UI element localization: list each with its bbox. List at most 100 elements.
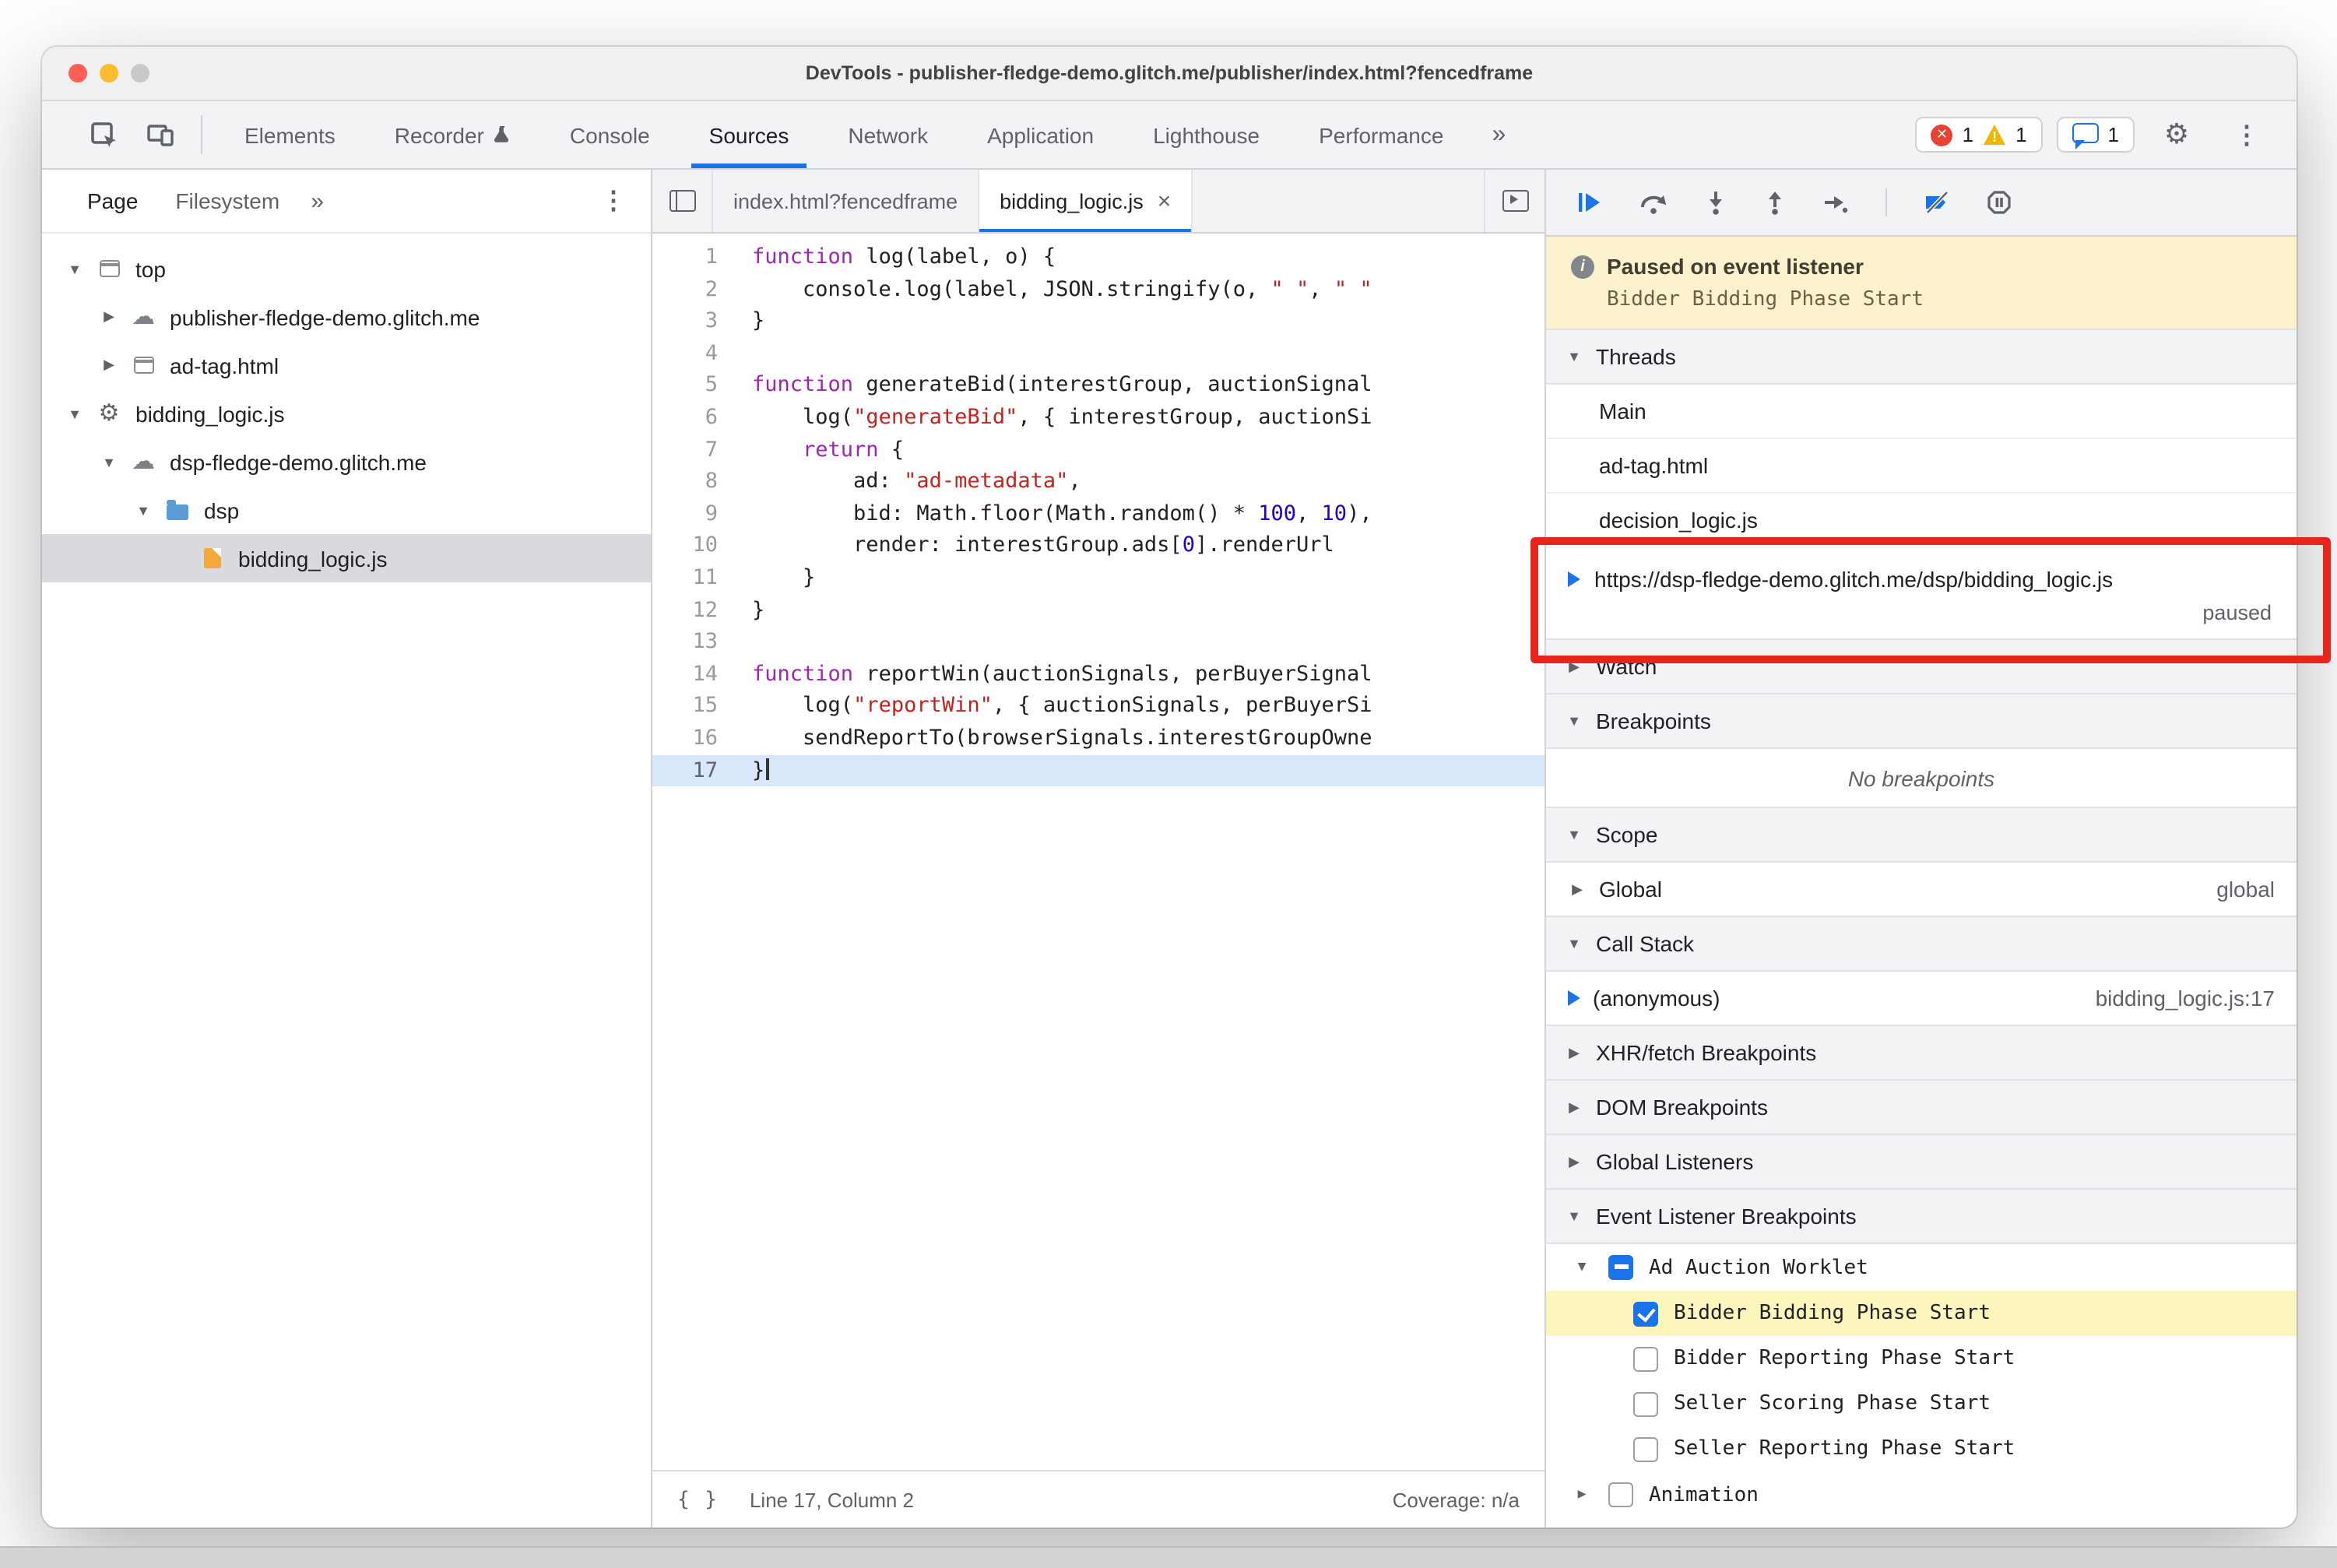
- line-number[interactable]: 17: [652, 754, 740, 786]
- thread-item-main[interactable]: Main: [1546, 385, 2297, 439]
- triangle-open-icon[interactable]: ▼: [129, 502, 157, 518]
- line-number[interactable]: 10: [652, 530, 740, 562]
- thread-item-ad-tag-html[interactable]: ad-tag.html: [1546, 439, 2297, 494]
- line-content[interactable]: function reportWin(auctionSignals, perBu…: [740, 658, 1545, 690]
- triangle-closed-icon[interactable]: ▶: [95, 308, 123, 325]
- triangle-open-icon[interactable]: ▼: [1571, 1260, 1593, 1275]
- tab-lighthouse[interactable]: Lighthouse: [1123, 101, 1289, 168]
- line-number[interactable]: 13: [652, 626, 740, 658]
- checkbox-seller-scoring-phase-start[interactable]: [1633, 1391, 1658, 1416]
- line-number[interactable]: 12: [652, 594, 740, 626]
- line-content[interactable]: }: [740, 754, 1545, 786]
- tab-performance[interactable]: Performance: [1289, 101, 1473, 168]
- thread-item-decision-logic-js[interactable]: decision_logic.js: [1546, 494, 2297, 548]
- line-content[interactable]: console.log(label, JSON.stringify(o, " "…: [740, 273, 1545, 305]
- toggle-navigator-icon[interactable]: [652, 170, 713, 232]
- line-number[interactable]: 6: [652, 402, 740, 434]
- elb-item-bidder-reporting-phase-start[interactable]: Bidder Reporting Phase Start: [1546, 1336, 2297, 1381]
- watch-section-header[interactable]: ▶ Watch: [1546, 638, 2297, 694]
- line-content[interactable]: sendReportTo(browserSignals.interestGrou…: [740, 722, 1545, 754]
- pretty-print-button[interactable]: { }: [677, 1488, 719, 1511]
- line-number[interactable]: 8: [652, 466, 740, 497]
- elb-group-animation[interactable]: ▶ Animation: [1546, 1471, 2297, 1518]
- tab-console[interactable]: Console: [540, 101, 680, 168]
- line-content[interactable]: }: [740, 594, 1545, 626]
- scope-section-header[interactable]: ▼ Scope: [1546, 807, 2297, 863]
- checkbox-seller-reporting-phase-start[interactable]: [1633, 1436, 1658, 1461]
- line-number[interactable]: 1: [652, 241, 740, 273]
- tab-elements[interactable]: Elements: [215, 101, 365, 168]
- settings-icon[interactable]: ⚙: [2149, 118, 2205, 151]
- tab-application[interactable]: Application: [958, 101, 1123, 168]
- elb-item-seller-reporting-phase-start[interactable]: Seller Reporting Phase Start: [1546, 1426, 2297, 1471]
- line-content[interactable]: }: [740, 562, 1545, 594]
- threads-section-header[interactable]: ▼ Threads: [1546, 329, 2297, 385]
- line-number[interactable]: 5: [652, 370, 740, 402]
- line-content[interactable]: render: interestGroup.ads[0].renderUrl: [740, 530, 1545, 562]
- minimize-window-button[interactable]: [100, 64, 118, 83]
- close-window-button[interactable]: [69, 64, 87, 83]
- tree-item-bidding-logic-js[interactable]: ▼ ⚙ bidding_logic.js: [42, 389, 651, 438]
- tab-page[interactable]: Page: [70, 188, 155, 213]
- breakpoints-section-header[interactable]: ▼ Breakpoints: [1546, 693, 2297, 749]
- line-number[interactable]: 7: [652, 434, 740, 466]
- line-number[interactable]: 16: [652, 722, 740, 754]
- device-toolbar-icon[interactable]: [132, 101, 188, 168]
- pause-on-exceptions-icon[interactable]: [1987, 190, 2012, 215]
- kebab-menu-icon[interactable]: ⋮: [2219, 119, 2275, 150]
- more-navigator-tabs-icon[interactable]: »: [300, 188, 335, 214]
- step-into-button[interactable]: [1705, 190, 1727, 215]
- line-content[interactable]: function generateBid(interestGroup, auct…: [740, 370, 1545, 402]
- thread-item-paused[interactable]: https://dsp-fledge-demo.glitch.me/dsp/bi…: [1546, 548, 2297, 640]
- scope-row-global[interactable]: ▶ Global global: [1546, 863, 2297, 917]
- dom-breakpoints-section-header[interactable]: ▶ DOM Breakpoints: [1546, 1079, 2297, 1135]
- elb-item-seller-scoring-phase-start[interactable]: Seller Scoring Phase Start: [1546, 1381, 2297, 1426]
- navigator-menu-icon[interactable]: ⋮: [601, 185, 626, 216]
- elb-group-ad-auction-worklet[interactable]: ▼ Ad Auction Worklet: [1546, 1244, 2297, 1291]
- checkbox-bidder-bidding-phase-start[interactable]: [1633, 1301, 1658, 1326]
- triangle-open-icon[interactable]: ▼: [61, 406, 89, 421]
- line-content[interactable]: [740, 626, 1545, 658]
- close-tab-icon[interactable]: ×: [1158, 188, 1172, 214]
- event-listener-breakpoints-section-header[interactable]: ▼ Event Listener Breakpoints: [1546, 1188, 2297, 1244]
- line-content[interactable]: [740, 338, 1545, 370]
- triangle-open-icon[interactable]: ▼: [95, 454, 123, 469]
- triangle-closed-icon[interactable]: ▶: [1571, 1487, 1593, 1503]
- more-tabs-icon[interactable]: »: [1473, 101, 1524, 168]
- code-editor[interactable]: 1 function log(label, o) {2 console.log(l…: [652, 234, 1545, 1470]
- tree-item-ad-tag-html[interactable]: ▶ ad-tag.html: [42, 341, 651, 389]
- tree-item-dsp[interactable]: ▼ dsp: [42, 486, 651, 534]
- line-content[interactable]: log("generateBid", { interestGroup, auct…: [740, 402, 1545, 434]
- issues-badge[interactable]: 1: [2056, 117, 2135, 153]
- tree-item-publisher-fledge-demo-glitch-me[interactable]: ▶ ☁ publisher-fledge-demo.glitch.me: [42, 293, 651, 341]
- tree-item-bidding-logic-js[interactable]: bidding_logic.js: [42, 534, 651, 582]
- step-out-button[interactable]: [1764, 190, 1786, 215]
- line-number[interactable]: 4: [652, 338, 740, 370]
- tree-item-dsp-fledge-demo-glitch-me[interactable]: ▼ ☁ dsp-fledge-demo.glitch.me: [42, 438, 651, 486]
- open-quick-source-icon[interactable]: [1484, 170, 1545, 232]
- checkbox-bidder-reporting-phase-start[interactable]: [1633, 1346, 1658, 1371]
- call-stack-frame[interactable]: (anonymous) bidding_logic.js:17: [1546, 972, 2297, 1026]
- errors-warnings-badge[interactable]: ✕ 1 1: [1915, 117, 2043, 153]
- step-button[interactable]: [1823, 192, 1848, 213]
- tab-filesystem[interactable]: Filesystem: [158, 188, 297, 213]
- checkbox-animation[interactable]: [1608, 1482, 1633, 1507]
- elb-group-canvas[interactable]: ▶Canvas: [1546, 1518, 2297, 1528]
- step-over-button[interactable]: [1639, 191, 1668, 214]
- line-content[interactable]: return {: [740, 434, 1545, 466]
- deactivate-breakpoints-icon[interactable]: [1924, 192, 1949, 213]
- zoom-window-button[interactable]: [131, 64, 149, 83]
- line-content[interactable]: }: [740, 305, 1545, 337]
- file-tab-index-html-fencedframe[interactable]: index.html?fencedframe: [713, 170, 980, 232]
- resume-button[interactable]: [1577, 190, 1602, 215]
- call-stack-section-header[interactable]: ▼ Call Stack: [1546, 916, 2297, 972]
- line-number[interactable]: 3: [652, 305, 740, 337]
- file-tab-bidding-logic-js[interactable]: bidding_logic.js ×: [979, 170, 1193, 232]
- checkbox-ad-auction-worklet[interactable]: [1608, 1255, 1633, 1280]
- inspect-icon[interactable]: [76, 101, 132, 168]
- triangle-closed-icon[interactable]: ▶: [95, 357, 123, 374]
- line-content[interactable]: function log(label, o) {: [740, 241, 1545, 273]
- xhr-breakpoints-section-header[interactable]: ▶ XHR/fetch Breakpoints: [1546, 1025, 2297, 1081]
- tab-sources[interactable]: Sources: [680, 101, 819, 168]
- tree-item-top[interactable]: ▼ top: [42, 244, 651, 293]
